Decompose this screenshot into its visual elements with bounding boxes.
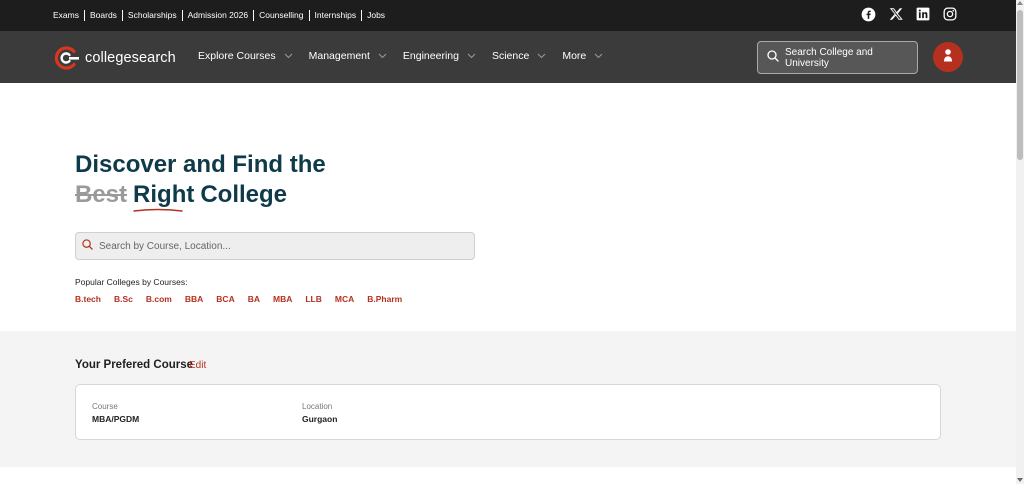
header-search-button[interactable]: Search College and University (757, 41, 918, 74)
course-search-box[interactable] (75, 232, 475, 260)
x-icon[interactable] (888, 6, 904, 22)
top-link-scholarships[interactable]: Scholarships (123, 10, 183, 21)
scroll-up-arrow[interactable] (1017, 1, 1023, 5)
nav-item-engineering[interactable]: Engineering (395, 50, 484, 62)
hero-heading-line1: Discover and Find the (75, 151, 326, 178)
chevron-down-icon (284, 53, 293, 59)
course-chip-bca[interactable]: BCA (216, 294, 234, 304)
underline-swoosh-icon (133, 208, 183, 212)
course-chip-bba[interactable]: BBA (185, 294, 203, 304)
location-field: Location Gurgaon (302, 402, 337, 424)
course-field-label: Course (92, 402, 118, 411)
instagram-icon[interactable] (942, 6, 958, 22)
logo[interactable]: collegesearch (54, 46, 176, 70)
course-chips: B.tech B.Sc B.com BBA BCA BA MBA LLB MCA… (75, 294, 415, 304)
facebook-icon[interactable] (860, 6, 876, 22)
top-link-internships[interactable]: Internships (310, 10, 363, 21)
nav-item-science[interactable]: Science (484, 50, 554, 62)
chevron-down-icon (537, 53, 546, 59)
linkedin-icon[interactable] (915, 6, 931, 22)
header-search-label: Search College and University (785, 46, 873, 69)
nav-item-explore-courses[interactable]: Explore Courses (190, 50, 301, 62)
course-field-value: MBA/PGDM (92, 414, 140, 424)
course-chip-mca[interactable]: MCA (335, 294, 354, 304)
location-field-value: Gurgaon (302, 414, 338, 424)
page: Exams Boards Scholarships Admission 2026… (0, 0, 1024, 484)
hero-heading: Discover and Find the Best Right College (75, 150, 326, 212)
user-icon (942, 48, 954, 67)
course-chip-llb[interactable]: LLB (305, 294, 322, 304)
scroll-down-arrow[interactable] (1017, 478, 1023, 482)
nav-item-label: Management (308, 50, 370, 62)
nav-item-label: Engineering (402, 50, 459, 62)
popular-colleges-label: Popular Colleges by Courses: (75, 277, 188, 287)
hero-accent-text: Right (133, 181, 195, 208)
preferred-course-edit-link[interactable]: Edit (189, 360, 206, 371)
course-field: Course MBA/PGDM (92, 402, 139, 424)
hero-end-word: College (200, 181, 288, 208)
nav-item-label: Science (491, 50, 530, 62)
nav-item-management[interactable]: Management (301, 50, 395, 62)
course-chip-btech[interactable]: B.tech (75, 294, 101, 304)
course-chip-ba[interactable]: BA (248, 294, 260, 304)
chevron-down-icon (594, 53, 603, 59)
page-scrollbar[interactable] (1016, 0, 1024, 484)
preferred-course-title: Your Prefered Course (75, 359, 194, 371)
user-avatar-button[interactable] (933, 42, 963, 72)
course-search-input[interactable] (99, 240, 459, 252)
search-icon (767, 50, 779, 65)
top-link-admission[interactable]: Admission 2026 (183, 10, 255, 21)
course-chip-bpharm[interactable]: B.Pharm (367, 294, 402, 304)
top-link-exams[interactable]: Exams (48, 10, 85, 21)
top-link-counselling[interactable]: Counselling (254, 10, 310, 21)
logo-text: collegesearch (85, 50, 176, 66)
chevron-down-icon (467, 53, 476, 59)
nav-item-label: More (562, 50, 587, 62)
nav-menu: Explore Courses Management Engineering S… (190, 50, 611, 62)
hero-strike-word: Best (75, 181, 128, 208)
top-link-jobs[interactable]: Jobs (362, 10, 390, 21)
location-field-label: Location (302, 402, 333, 411)
hero-heading-line2: Best Right College (75, 180, 326, 212)
preferred-course-card: Course MBA/PGDM Location Gurgaon (75, 384, 941, 440)
main-navbar: collegesearch Explore Courses Management… (0, 32, 1016, 83)
top-utility-bar: Exams Boards Scholarships Admission 2026… (0, 0, 1016, 32)
hero-accent-word: Right (133, 180, 195, 212)
course-chip-mba[interactable]: MBA (273, 294, 292, 304)
top-link-boards[interactable]: Boards (85, 10, 123, 21)
nav-item-label: Explore Courses (198, 50, 276, 62)
course-chip-bcom[interactable]: B.com (146, 294, 172, 304)
nav-item-more[interactable]: More (554, 50, 611, 62)
top-links: Exams Boards Scholarships Admission 2026… (48, 10, 390, 21)
search-icon (82, 237, 93, 255)
course-chip-bsc[interactable]: B.Sc (114, 294, 133, 304)
logo-mark-icon (54, 46, 79, 70)
preferred-course-section: Your Prefered Course Edit Course MBA/PGD… (0, 331, 1016, 467)
scrollbar-thumb[interactable] (1017, 10, 1023, 160)
chevron-down-icon (378, 53, 387, 59)
